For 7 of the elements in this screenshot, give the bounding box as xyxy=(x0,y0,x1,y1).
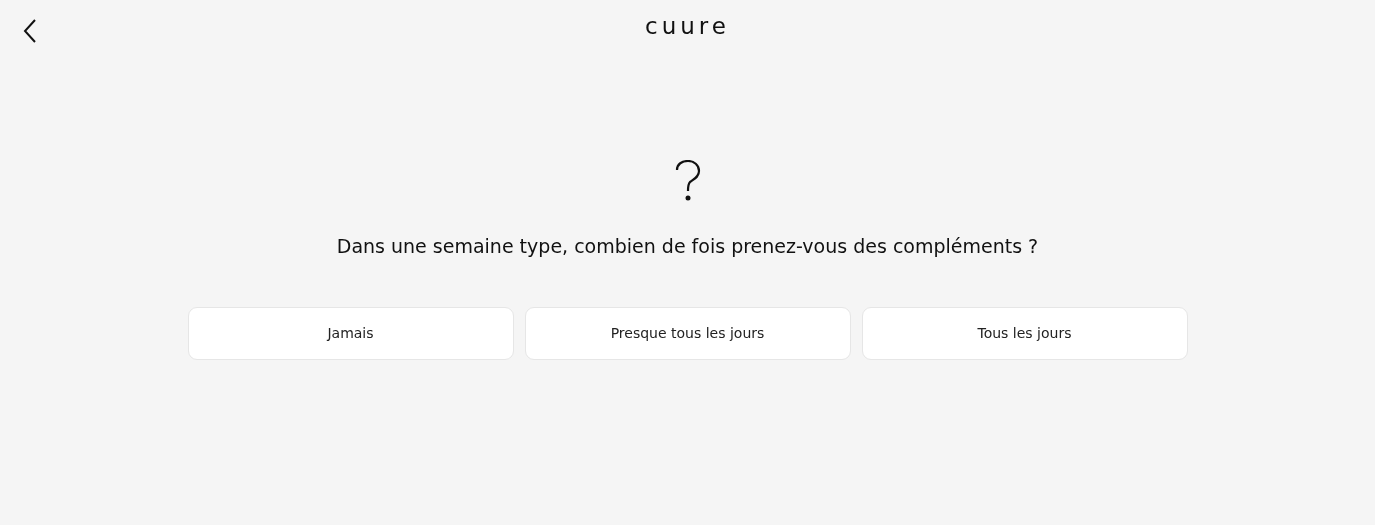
answer-option[interactable]: Tous les jours xyxy=(861,306,1188,360)
answer-option[interactable]: Jamais xyxy=(187,306,514,360)
answer-option[interactable]: Presque tous les jours xyxy=(524,306,851,360)
back-icon xyxy=(22,18,38,44)
question-mark-icon xyxy=(674,160,701,202)
logo: cuure xyxy=(645,12,730,41)
question-text: Dans une semaine type, combien de fois prenez-vous des compléments ? xyxy=(336,234,1039,259)
